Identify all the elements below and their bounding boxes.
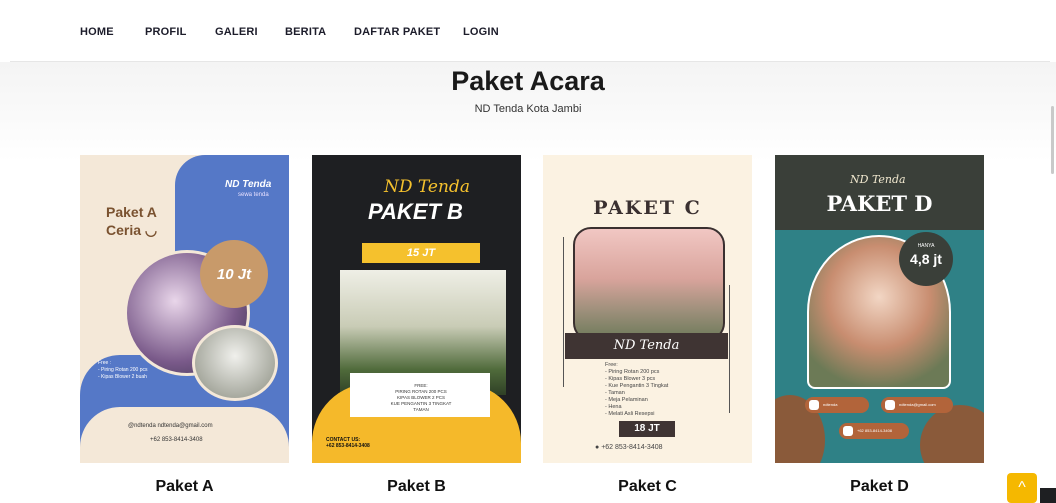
- poster-c-brand: ND Tenda: [565, 333, 728, 359]
- nav-profil-link[interactable]: PROFIL: [145, 26, 187, 38]
- phone-icon: ●: [595, 444, 600, 451]
- email-icon: [885, 400, 895, 410]
- phone-icon: [843, 426, 853, 436]
- poster-d-email: ndtenda@gmail.com: [881, 397, 953, 413]
- poster-b-title: PAKET B: [368, 199, 463, 224]
- instagram-icon: [809, 400, 819, 410]
- poster-a-price-badge: 10 Jt: [200, 240, 268, 308]
- nav-daftar-paket-link[interactable]: DAFTAR PAKET: [354, 26, 440, 38]
- package-card-c-poster[interactable]: PAKET C ND Tenda Free: - Piring Rotan 20…: [543, 155, 752, 463]
- page-subtitle: ND Tenda Kota Jambi: [474, 103, 582, 115]
- package-label-d[interactable]: Paket D: [775, 478, 984, 496]
- poster-a-free-list: Free :- Piring Rotan 200 pcs - Kipas Blo…: [98, 360, 148, 380]
- nav-galeri-link[interactable]: GALERI: [215, 26, 258, 38]
- package-card-a-poster[interactable]: Paket A Ceria ◡ ND Tenda sewa tenda 10 Jt…: [80, 155, 289, 463]
- poster-a-title: Paket A Ceria ◡: [106, 204, 158, 238]
- nav-home-link[interactable]: HOME: [80, 26, 114, 38]
- package-label-b[interactable]: Paket B: [312, 478, 521, 496]
- page-scrollbar[interactable]: [1051, 106, 1054, 174]
- poster-decor: [80, 407, 289, 463]
- poster-b-brand: ND Tenda: [384, 177, 470, 197]
- corner-widget: [1040, 488, 1056, 503]
- poster-d-price-badge: HANYA 4,8 jt: [899, 232, 953, 286]
- poster-decor: [563, 237, 564, 387]
- poster-a-brand: ND Tenda: [225, 179, 272, 190]
- poster-d-title: PAKET D: [826, 191, 933, 216]
- chevron-up-icon: ^: [1018, 479, 1026, 496]
- scroll-to-top-button[interactable]: ^: [1007, 473, 1037, 503]
- poster-d-brand: ND Tenda: [850, 173, 906, 186]
- poster-decor: [729, 285, 730, 413]
- package-label-c[interactable]: Paket C: [543, 478, 752, 496]
- top-navbar: HOME PROFIL GALERI BERITA DAFTAR PAKET L…: [0, 0, 1056, 62]
- nav-login-link[interactable]: LOGIN: [463, 26, 499, 38]
- package-card-d-poster[interactable]: ND Tenda PAKET D HANYA 4,8 jt ndtenda nd…: [775, 155, 984, 463]
- poster-b-contact: CONTACT US: +62 853-8414-3408: [326, 437, 370, 449]
- package-card-b-poster[interactable]: ND Tenda PAKET B 15 JT FREE: PIRING ROTA…: [312, 155, 521, 463]
- poster-a-contact-phone: +62 853-8414-3408: [150, 437, 203, 443]
- nav-berita-link[interactable]: BERITA: [285, 26, 326, 38]
- poster-decor: [920, 405, 984, 463]
- poster-c-title: PAKET C: [593, 197, 702, 219]
- poster-d-instagram: ndtenda: [805, 397, 869, 413]
- package-label-a[interactable]: Paket A: [80, 478, 289, 496]
- poster-b-price: 15 JT: [362, 243, 480, 263]
- poster-c-price: 18 JT: [619, 421, 675, 437]
- poster-c-contact: ● +62 853-8414-3408: [595, 444, 663, 451]
- poster-b-free-list: FREE: PIRING ROTAN 200 PCS KIPAS BLOWER …: [390, 383, 452, 412]
- poster-a-photo-secondary: [192, 325, 278, 401]
- poster-a-brand-sub: sewa tenda: [238, 192, 269, 198]
- poster-d-phone: +62 853-8414-3408: [839, 423, 909, 439]
- poster-a-contact-social: @ndtenda ndtenda@gmail.com: [128, 423, 213, 429]
- poster-c-photo: [573, 227, 725, 341]
- poster-c-free-list: Free: - Piring Rotan 200 pcs - Kipas Blo…: [605, 362, 669, 417]
- page-title: Paket Acara: [451, 66, 605, 96]
